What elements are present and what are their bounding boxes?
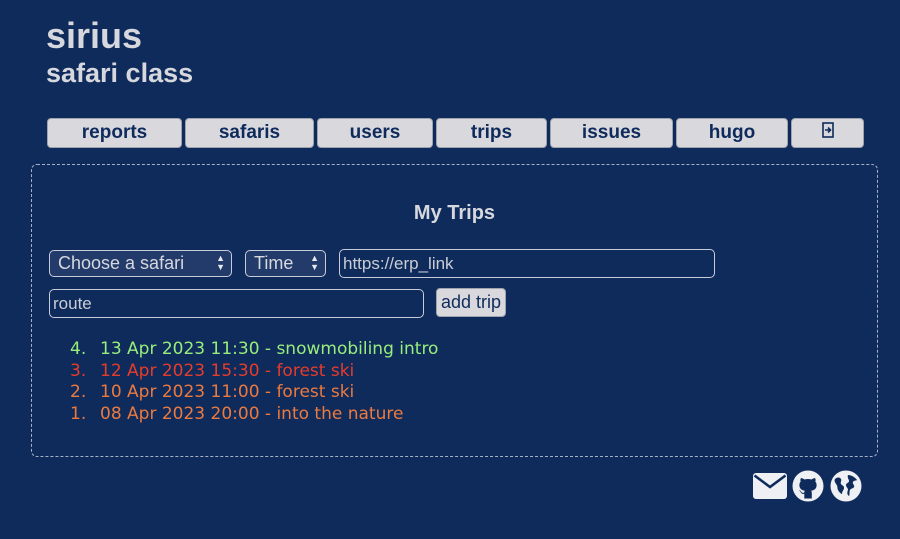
- logout-button[interactable]: [791, 118, 864, 148]
- nav-users[interactable]: users: [317, 118, 433, 148]
- site-subtitle: safari class: [46, 58, 194, 88]
- trip-item[interactable]: 2. 10 Apr 2023 11:00 - forest ski: [70, 382, 438, 404]
- safari-select[interactable]: Choose a safari ▲ ▼: [49, 250, 232, 277]
- trip-text: 08 Apr 2023 20:00 - into the nature: [100, 404, 404, 425]
- globe-icon[interactable]: [829, 470, 863, 502]
- brand: sirius safari class: [46, 15, 194, 89]
- erp-link-input[interactable]: [339, 249, 715, 278]
- trip-number: 2.: [70, 382, 87, 403]
- trip-text: 12 Apr 2023 15:30 - forest ski: [100, 360, 355, 381]
- logout-icon: [821, 122, 834, 144]
- main-nav: reports safaris users trips issues hugo: [47, 118, 864, 148]
- trip-number: 4.: [70, 339, 87, 359]
- site-title: sirius: [46, 15, 143, 56]
- trip-number: 3.: [70, 360, 87, 381]
- safari-select-value: Choose a safari: [58, 253, 185, 273]
- mail-icon[interactable]: [753, 470, 787, 502]
- nav-trips[interactable]: trips: [436, 118, 547, 148]
- trip-text: 10 Apr 2023 11:00 - forest ski: [100, 382, 355, 403]
- github-icon[interactable]: [791, 470, 825, 502]
- route-input[interactable]: [49, 289, 424, 318]
- nav-reports[interactable]: reports: [47, 118, 182, 148]
- trip-item[interactable]: 4. 13 Apr 2023 11:30 - snowmobiling intro: [70, 339, 438, 361]
- nav-issues[interactable]: issues: [550, 118, 673, 148]
- trip-item[interactable]: 1. 08 Apr 2023 20:00 - into the nature: [70, 404, 438, 426]
- trip-list: 4. 13 Apr 2023 11:30 - snowmobiling intro…: [70, 339, 438, 426]
- nav-hugo[interactable]: hugo: [676, 118, 788, 148]
- trip-item[interactable]: 3. 12 Apr 2023 15:30 - forest ski: [70, 361, 438, 383]
- panel-title: My Trips: [413, 202, 496, 224]
- footer-icons: [753, 470, 863, 502]
- time-select[interactable]: Time ▲ ▼: [245, 250, 326, 277]
- time-select-value: Time: [254, 253, 294, 273]
- nav-safaris[interactable]: safaris: [185, 118, 314, 148]
- add-trip-button[interactable]: add trip: [436, 288, 506, 317]
- trip-number: 1.: [70, 404, 87, 425]
- select-arrows-icon: ▲ ▼: [216, 253, 225, 272]
- select-arrows-icon: ▲ ▼: [310, 253, 319, 272]
- trip-text: 13 Apr 2023 11:30 - snowmobiling intro: [100, 339, 439, 359]
